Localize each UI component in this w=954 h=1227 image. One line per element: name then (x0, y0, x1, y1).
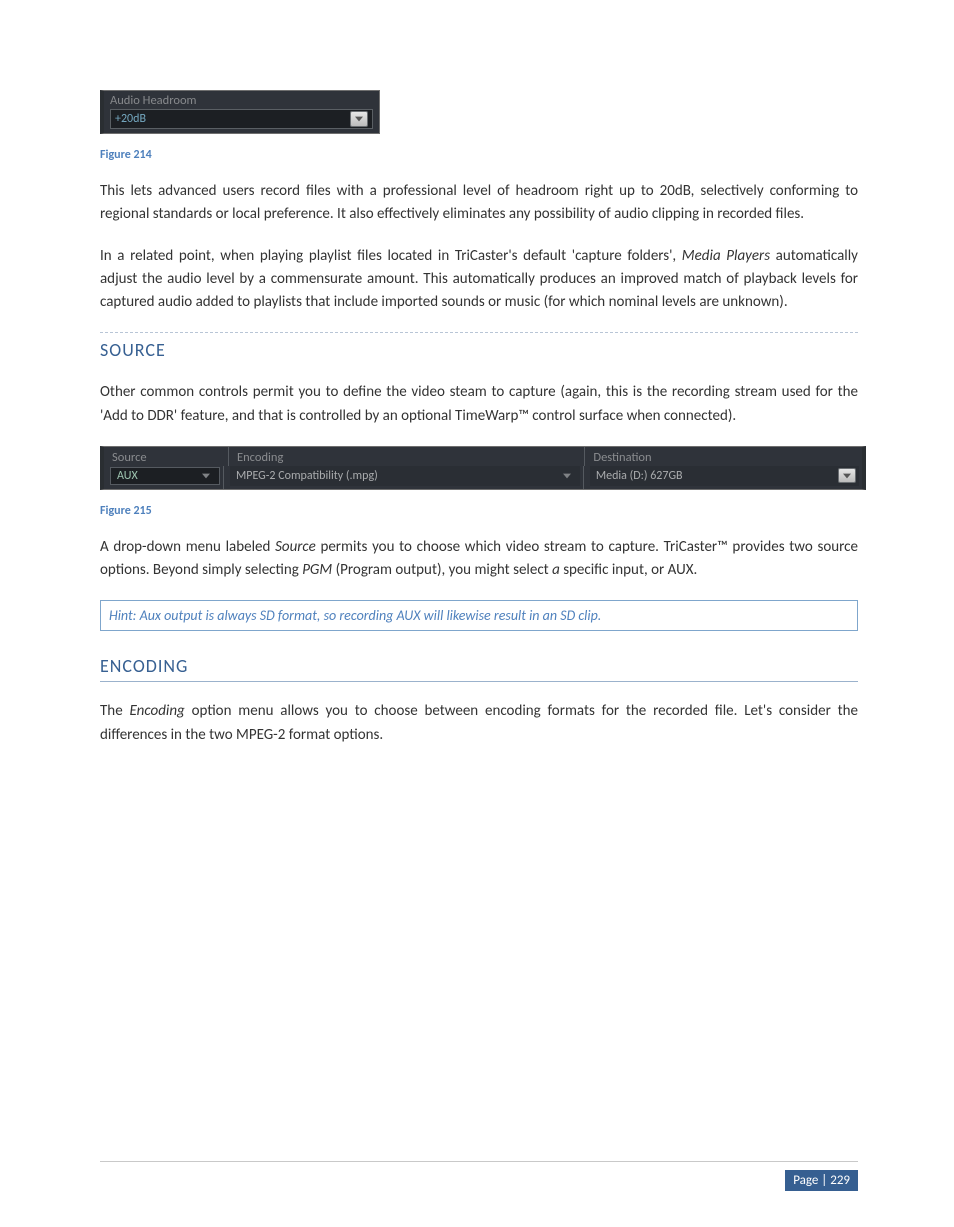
chevron-down-icon (200, 473, 212, 479)
hint-box: Hint: Aux output is always SD format, so… (100, 600, 858, 631)
source-value: AUX (117, 469, 200, 483)
audio-headroom-value: +20dB (115, 112, 146, 126)
paragraph-5: The Encoding option menu allows you to c… (100, 700, 858, 747)
chevron-down-icon[interactable] (838, 468, 856, 483)
figure-215-caption: Figure 215 (100, 504, 858, 518)
source-dropdown[interactable]: AUX (110, 467, 220, 485)
destination-value: Media (D:) 627GB (596, 469, 838, 483)
encoding-dropdown[interactable]: MPEG-2 Compatibility (.mpg) (230, 466, 580, 486)
page-footer: Page | 229 (100, 1161, 858, 1191)
audio-headroom-dropdown[interactable]: +20dB (110, 109, 373, 129)
chevron-down-icon[interactable] (350, 111, 368, 127)
heading-source: SOURCE (100, 332, 858, 365)
source-encoding-table: Source Encoding Destination AUX MPEG-2 C… (100, 446, 866, 490)
paragraph-3: Other common controls permit you to defi… (100, 381, 858, 428)
col-header-source: Source (104, 447, 228, 466)
audio-headroom-widget: Audio Headroom +20dB (100, 90, 380, 134)
audio-headroom-label: Audio Headroom (104, 91, 379, 109)
figure-214-caption: Figure 214 (100, 148, 858, 162)
paragraph-4: A drop-down menu labeled Source permits … (100, 536, 858, 583)
col-header-destination: Destination (584, 447, 862, 466)
paragraph-1: This lets advanced users record files wi… (100, 180, 858, 227)
heading-encoding: ENCODING (100, 655, 858, 682)
paragraph-2: In a related point, when playing playlis… (100, 245, 858, 315)
destination-dropdown[interactable]: Media (D:) 627GB (590, 466, 859, 486)
chevron-down-icon (561, 473, 573, 479)
page-number: Page | 229 (785, 1170, 858, 1191)
col-header-encoding: Encoding (228, 447, 584, 466)
encoding-value: MPEG-2 Compatibility (.mpg) (236, 469, 561, 483)
